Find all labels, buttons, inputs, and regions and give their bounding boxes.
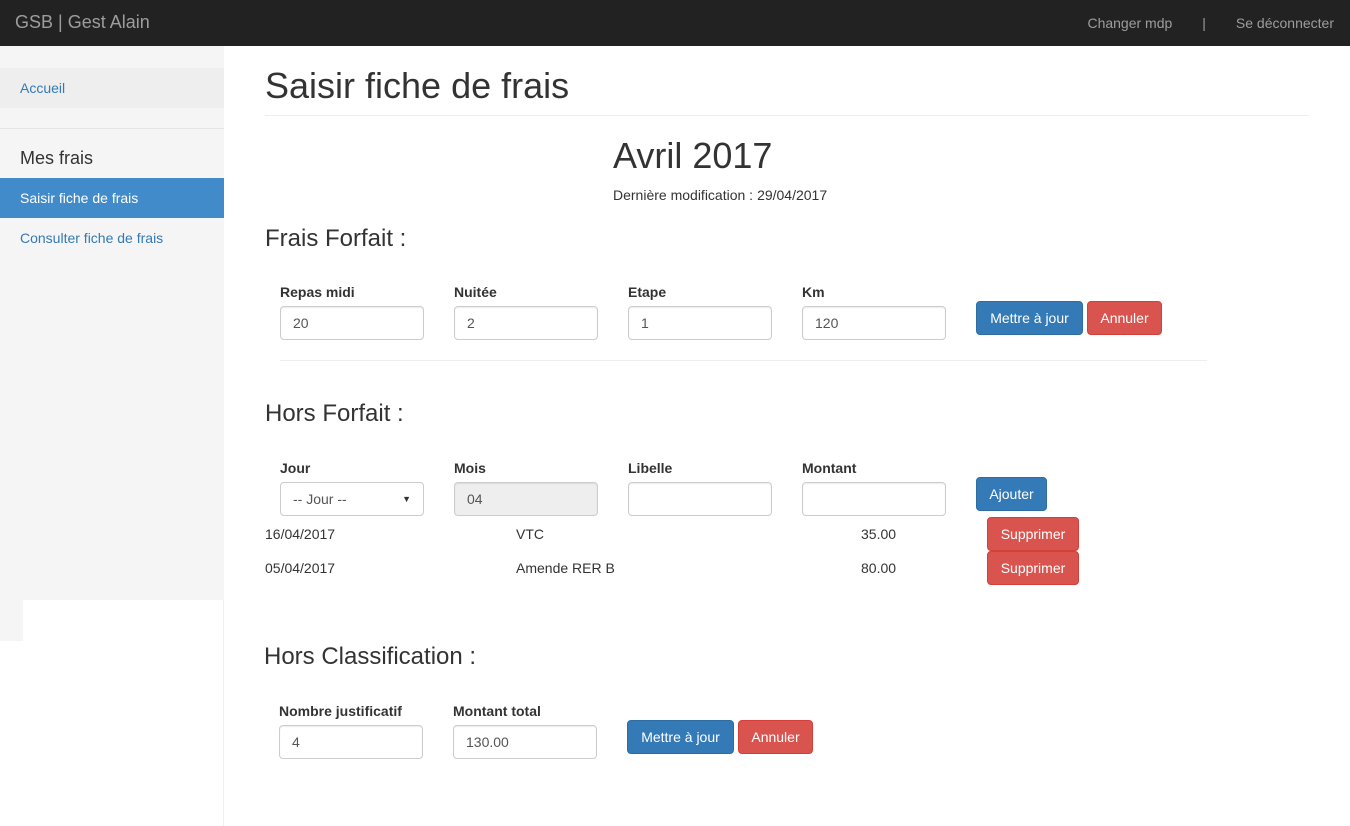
logout-link[interactable]: Se déconnecter [1236,14,1334,32]
libelle-label: Libelle [628,460,673,476]
sidebar-item-saisir-fiche[interactable]: Saisir fiche de frais [0,178,224,218]
caret-down-icon: ▼ [402,494,411,504]
sidebar-divider [0,128,224,129]
hors-forfait-row-libelle: VTC [516,526,544,542]
nombre-justificatif-label: Nombre justificatif [279,703,402,719]
hors-forfait-row-date: 16/04/2017 [265,526,336,542]
repas-midi-input[interactable] [280,306,424,340]
last-modified-label: Dernière modification : [613,187,754,203]
jour-select-value: -- Jour -- [293,491,347,507]
brand-link[interactable]: GSB | Gest Alain [15,12,150,32]
top-navbar: GSB | Gest Alain Changer mdp | Se déconn… [0,0,1350,46]
sidebar-section-header: Mes frais [20,148,94,168]
sidebar-item-home[interactable]: Accueil [0,68,224,108]
etape-label: Etape [628,284,667,300]
montant-total-input[interactable] [453,725,597,759]
jour-label: Jour [280,460,311,476]
etape-input[interactable] [628,306,772,340]
libelle-input[interactable] [628,482,772,516]
navbar-right-links: Changer mdp | Se déconnecter [1087,14,1334,32]
frais-forfait-title: Frais Forfait : [265,225,407,252]
frais-forfait-cancel-button[interactable]: Annuler [1087,301,1162,335]
delete-hors-forfait-button[interactable]: Supprimer [987,517,1079,551]
last-modified: Dernière modification : 29/04/2017 [613,187,827,203]
nombre-justificatif-input[interactable] [279,725,423,759]
km-label: Km [802,284,825,300]
hors-forfait-title: Hors Forfait : [265,400,404,427]
km-input[interactable] [802,306,946,340]
title-divider [265,115,1309,116]
mois-input [454,482,598,516]
hors-classification-title: Hors Classification : [264,643,477,670]
navbar-separator: | [1202,15,1206,31]
nuitee-label: Nuitée [454,284,497,300]
nuitee-input[interactable] [454,306,598,340]
delete-hors-forfait-button[interactable]: Supprimer [987,551,1079,585]
change-password-link[interactable]: Changer mdp [1087,14,1172,32]
month-title: Avril 2017 [613,135,773,176]
sidebar-border [223,600,224,826]
hors-classification-update-button[interactable]: Mettre à jour [627,720,734,754]
mois-label: Mois [454,460,486,476]
hors-forfait-row-libelle: Amende RER B [516,560,615,576]
montant-label: Montant [802,460,857,476]
repas-midi-label: Repas midi [280,284,355,300]
sidebar-item-consulter-fiche[interactable]: Consulter fiche de frais [0,218,224,258]
hors-forfait-row-date: 05/04/2017 [265,560,336,576]
montant-total-label: Montant total [453,703,541,719]
page-title: Saisir fiche de frais [265,65,570,106]
montant-input[interactable] [802,482,946,516]
sidebar-extension [0,600,23,641]
hors-forfait-row-montant: 35.00 [861,526,897,542]
last-modified-value: 29/04/2017 [757,187,828,203]
sidebar [0,46,224,600]
hors-classification-cancel-button[interactable]: Annuler [738,720,813,754]
jour-select[interactable]: -- Jour -- ▼ [280,482,424,516]
frais-forfait-divider [280,360,1207,361]
hors-forfait-row-montant: 80.00 [861,560,897,576]
frais-forfait-update-button[interactable]: Mettre à jour [976,301,1083,335]
add-hors-forfait-button[interactable]: Ajouter [976,477,1047,511]
